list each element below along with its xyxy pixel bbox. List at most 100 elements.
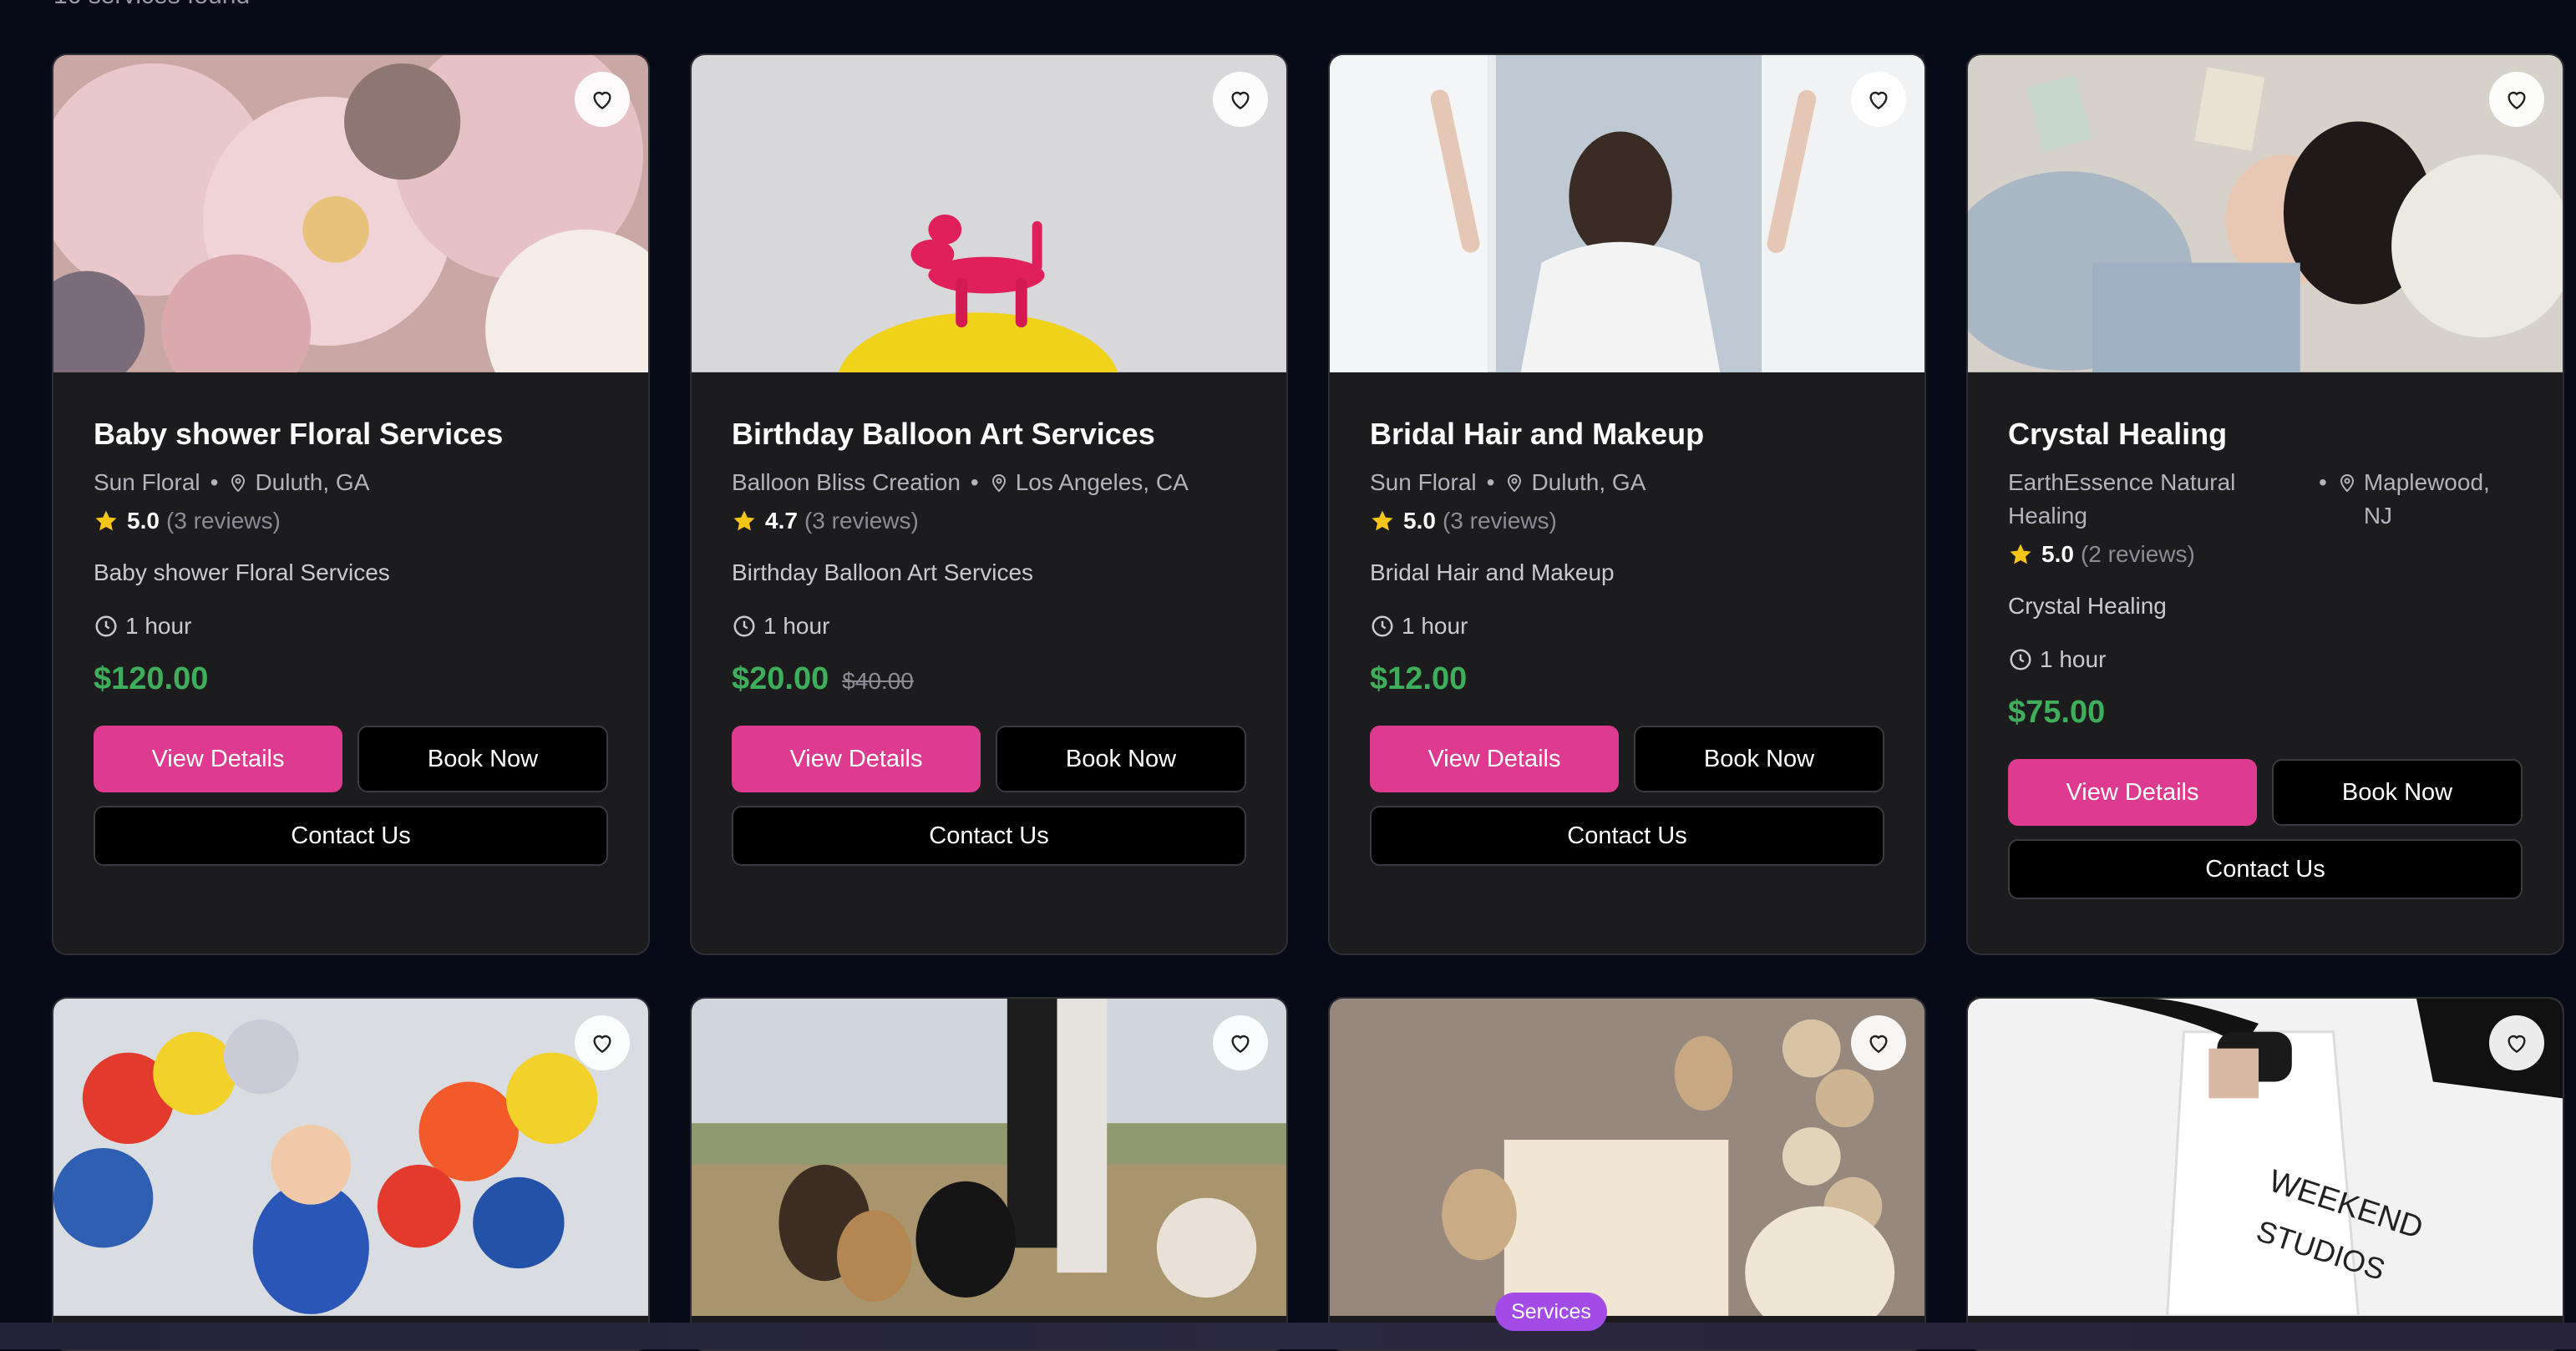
price-row: $12.00 — [1370, 661, 1884, 697]
view-details-button[interactable]: View Details — [732, 726, 981, 792]
contact-us-button[interactable]: Contact Us — [1370, 806, 1884, 866]
service-price: $12.00 — [1370, 661, 1468, 696]
service-meta: EarthEssence Natural Healing • Maplewood… — [2008, 466, 2523, 533]
balloon-dog-photo — [692, 55, 1286, 372]
flowers-photo — [53, 55, 648, 372]
book-now-button[interactable]: Book Now — [2272, 759, 2523, 826]
service-card — [690, 997, 1288, 1351]
service-image[interactable] — [1330, 999, 1924, 1318]
dog-walking-photo — [692, 999, 1286, 1316]
service-rating: 5.0 (3 reviews) — [94, 508, 608, 534]
services-nav-button[interactable]: Services — [1495, 1293, 1607, 1331]
duration-label: 1 hour — [1402, 613, 1468, 639]
heart-icon — [593, 1035, 611, 1054]
clock-icon — [2010, 649, 2031, 670]
review-count: (3 reviews) — [165, 508, 281, 534]
tote-bag-photo: WEEKEND STUDIOS — [1968, 999, 2563, 1316]
balloon-party-photo — [53, 999, 648, 1316]
provider-name[interactable]: EarthEssence Natural Healing — [2008, 466, 2309, 533]
book-now-button[interactable]: Book Now — [357, 726, 608, 792]
teddy-bear-party-photo — [1330, 999, 1924, 1316]
service-image[interactable] — [53, 999, 648, 1318]
service-meta: Sun Floral • Duluth, GA — [1370, 466, 1884, 499]
book-now-button[interactable]: Book Now — [996, 726, 1246, 792]
clock-icon — [733, 615, 755, 637]
heart-icon — [1869, 1035, 1888, 1054]
service-rating: 5.0 (3 reviews) — [1370, 508, 1884, 534]
favorite-button[interactable] — [1213, 72, 1268, 127]
service-price: $75.00 — [2008, 695, 2106, 730]
service-location: Duluth, GA — [255, 469, 370, 495]
service-price: $120.00 — [94, 661, 209, 696]
heart-icon — [1231, 1035, 1250, 1054]
service-duration: 1 hour — [732, 613, 1246, 640]
service-title[interactable]: Crystal Healing — [2008, 416, 2523, 453]
service-card — [1328, 997, 1926, 1351]
favorite-button[interactable] — [2489, 72, 2544, 127]
clock-icon — [95, 615, 117, 637]
view-details-button[interactable]: View Details — [2008, 759, 2257, 826]
service-meta: Balloon Bliss Creation • Los Angeles, CA — [732, 466, 1246, 499]
service-location: Duluth, GA — [1531, 469, 1646, 495]
duration-label: 1 hour — [763, 613, 830, 639]
location-pin-icon — [991, 474, 1006, 493]
service-duration: 1 hour — [94, 613, 608, 640]
view-details-button[interactable]: View Details — [94, 726, 342, 792]
crystal-healing-photo — [1968, 55, 2563, 372]
favorite-button[interactable] — [575, 72, 630, 127]
favorite-button[interactable] — [1851, 72, 1906, 127]
service-rating: 5.0 (2 reviews) — [2008, 541, 2523, 568]
service-card: Birthday Balloon Art Services Balloon Bl… — [690, 53, 1288, 955]
service-image[interactable] — [692, 999, 1286, 1318]
service-image[interactable]: WEEKEND STUDIOS — [1968, 999, 2563, 1318]
service-image[interactable] — [1968, 55, 2563, 374]
favorite-button[interactable] — [1213, 1015, 1268, 1070]
service-description: Baby shower Floral Services — [94, 559, 390, 585]
star-icon — [95, 510, 117, 531]
service-card: WEEKEND STUDIOS — [1966, 997, 2564, 1351]
service-location: Los Angeles, CA — [1015, 469, 1189, 495]
services-grid: Baby shower Floral Services Sun Floral •… — [52, 53, 2564, 1351]
service-title[interactable]: Baby shower Floral Services — [94, 416, 608, 453]
location-pin-icon — [2340, 474, 2354, 493]
view-details-button[interactable]: View Details — [1370, 726, 1619, 792]
book-now-button[interactable]: Book Now — [1634, 726, 1884, 792]
review-count: (3 reviews) — [1442, 508, 1557, 534]
service-rating: 4.7 (3 reviews) — [732, 508, 1246, 534]
service-card: Bridal Hair and Makeup Sun Floral • Dulu… — [1328, 53, 1926, 955]
location-pin-icon — [231, 474, 246, 493]
favorite-button[interactable] — [1851, 1015, 1906, 1070]
star-icon — [1372, 510, 1393, 531]
contact-us-button[interactable]: Contact Us — [94, 806, 608, 866]
service-location: Maplewood, NJ — [2363, 469, 2490, 529]
rating-score: 5.0 — [1403, 508, 1436, 534]
service-meta: Sun Floral • Duluth, GA — [94, 466, 608, 499]
service-title[interactable]: Birthday Balloon Art Services — [732, 416, 1246, 453]
provider-name[interactable]: Sun Floral — [1370, 466, 1477, 499]
contact-us-button[interactable]: Contact Us — [732, 806, 1246, 866]
service-title[interactable]: Bridal Hair and Makeup — [1370, 416, 1884, 453]
service-description: Bridal Hair and Makeup — [1370, 559, 1615, 585]
favorite-button[interactable] — [2489, 1015, 2544, 1070]
rating-score: 5.0 — [2041, 541, 2074, 567]
provider-name[interactable]: Balloon Bliss Creation — [732, 466, 961, 499]
price-row: $120.00 — [94, 661, 608, 697]
results-count: 16 services found — [53, 0, 250, 10]
service-image[interactable] — [692, 55, 1286, 374]
service-card: Baby shower Floral Services Sun Floral •… — [52, 53, 650, 955]
contact-us-button[interactable]: Contact Us — [2008, 839, 2523, 899]
price-row: $75.00 — [2008, 695, 2523, 731]
bride-photo — [1330, 55, 1924, 372]
service-card — [52, 997, 650, 1351]
provider-name[interactable]: Sun Floral — [94, 466, 200, 499]
star-icon — [2010, 544, 2031, 564]
service-card: Crystal Healing EarthEssence Natural Hea… — [1966, 53, 2564, 955]
service-price: $20.00 — [732, 661, 829, 696]
location-pin-icon — [1508, 474, 1522, 493]
favorite-button[interactable] — [575, 1015, 630, 1070]
heart-icon — [1869, 91, 1888, 110]
rating-score: 5.0 — [127, 508, 160, 534]
review-count: (2 reviews) — [2080, 541, 2195, 567]
service-image[interactable] — [53, 55, 648, 374]
service-image[interactable] — [1330, 55, 1924, 374]
